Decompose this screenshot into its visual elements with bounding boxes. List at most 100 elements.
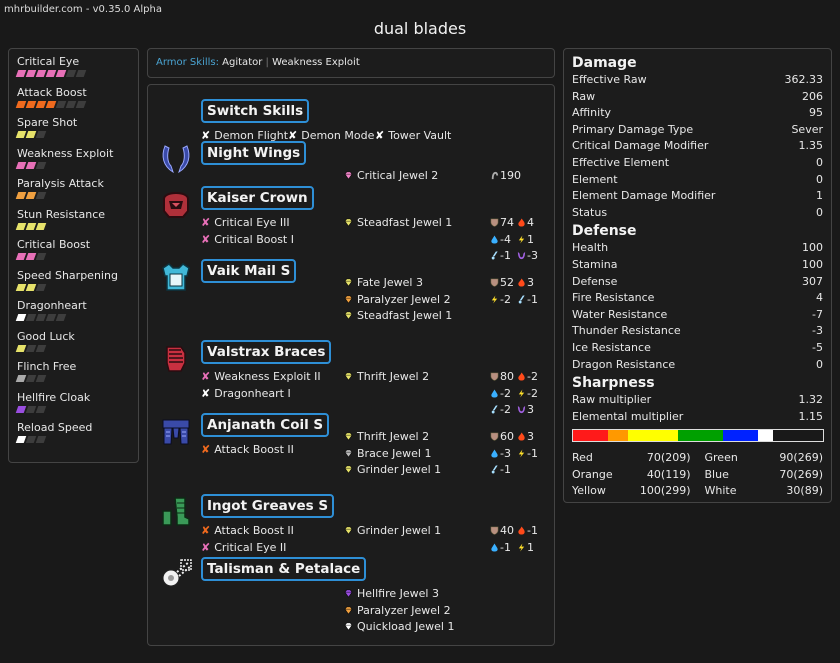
- stat-value: 4: [816, 291, 823, 305]
- ice-icon: [518, 294, 525, 303]
- equipment-skill: ✘ Tower Vault: [375, 129, 451, 142]
- defense-icon: [490, 278, 499, 287]
- skill-item[interactable]: Dragonheart: [15, 299, 130, 330]
- stat-row: Fire Resistance 4: [572, 290, 823, 307]
- sharpness-level-label: Green: [704, 451, 738, 465]
- stat-label: Effective Element: [572, 155, 670, 169]
- skill-item[interactable]: Critical Boost: [15, 238, 130, 269]
- ice-icon: [491, 405, 498, 414]
- sharpness-level-row: Orange 40(119): [572, 467, 691, 484]
- decoration-slot[interactable]: Grinder Jewel 1: [344, 524, 441, 537]
- skill-level-pip: [25, 161, 37, 169]
- skill-level-bar: [15, 436, 130, 443]
- armor-skill-agitator[interactable]: Agitator: [222, 57, 262, 68]
- armor-skill-weakness-exploit[interactable]: Weakness Exploit: [272, 57, 360, 68]
- equipment-skill-label: Critical Eye III: [214, 216, 290, 229]
- skill-item[interactable]: Flinch Free: [15, 360, 130, 391]
- decoration-label: Steadfast Jewel 1: [357, 216, 453, 229]
- decoration-slot[interactable]: Hellfire Jewel 3: [344, 587, 439, 600]
- equipment-name[interactable]: Kaiser Crown: [201, 186, 314, 210]
- skill-level-bar: [15, 192, 130, 199]
- attack-value: 190: [500, 169, 521, 182]
- skill-level-pip: [35, 405, 47, 413]
- equipment-name[interactable]: Switch Skills: [201, 99, 310, 123]
- stat-value: 95: [809, 106, 823, 120]
- skill-level-pip: [35, 100, 47, 108]
- decoration-label: Grinder Jewel 1: [357, 463, 442, 476]
- skill-item[interactable]: Spare Shot: [15, 116, 130, 147]
- decoration-slot[interactable]: Steadfast Jewel 1: [344, 216, 452, 229]
- dragon-stat: -3: [517, 249, 538, 262]
- skill-level-bar: [15, 344, 130, 352]
- defense-stat: 52: [490, 276, 514, 289]
- skill-level-bar: [15, 161, 130, 169]
- equipment-name[interactable]: Night Wings: [201, 141, 307, 165]
- arm-icon: [158, 340, 194, 376]
- skill-level-pip: [45, 100, 57, 108]
- stat-value: 100: [802, 241, 823, 255]
- skill-level-pip: [25, 405, 37, 413]
- equipment-name[interactable]: Valstrax Braces: [201, 340, 332, 364]
- decoration-label: Thrift Jewel 2: [357, 430, 430, 443]
- decoration-slot[interactable]: Brace Jewel 1: [344, 447, 431, 460]
- decoration-slot[interactable]: Quickload Jewel 1: [344, 620, 454, 633]
- equipment-name[interactable]: Ingot Greaves S: [201, 494, 335, 518]
- stat-label: Raw: [572, 89, 596, 103]
- skill-item[interactable]: Paralysis Attack: [15, 177, 130, 208]
- skill-item[interactable]: Hellfire Cloak: [15, 391, 130, 422]
- skill-level-pip: [25, 70, 37, 77]
- thunder-value: 1: [527, 540, 534, 554]
- sharpness-level-row: Yellow 100(299): [572, 483, 691, 500]
- skill-item[interactable]: Attack Boost: [15, 86, 130, 117]
- decoration-slot[interactable]: Paralyzer Jewel 2: [344, 604, 451, 617]
- stat-label: Status: [572, 205, 608, 219]
- sharpness-level-label: Blue: [704, 467, 729, 481]
- equipment-name[interactable]: Anjanath Coil S: [201, 413, 330, 437]
- decoration-slot[interactable]: Critical Jewel 2: [344, 169, 438, 182]
- stat-label: Defense: [572, 274, 618, 288]
- skill-level-pip: [55, 70, 67, 77]
- defense-icon: [490, 218, 499, 227]
- sharpness-level-row: Blue 70(269): [705, 467, 824, 484]
- skill-level-pip: [25, 253, 37, 260]
- fire-icon: [518, 372, 525, 381]
- skill-item[interactable]: Good Luck: [15, 330, 130, 361]
- stat-value: 362.33: [784, 73, 824, 86]
- dragon-icon: [517, 251, 526, 260]
- attack-stat: 190: [490, 169, 521, 182]
- thunder-icon: [518, 234, 525, 244]
- water-stat: -3: [490, 447, 511, 460]
- skill-level-pip: [35, 344, 47, 352]
- skill-item[interactable]: Speed Sharpening: [15, 269, 130, 300]
- thunder-icon: [491, 294, 498, 304]
- stat-label: Element Damage Modifier: [572, 189, 716, 203]
- thunder-stat: 1: [517, 233, 534, 246]
- water-value: -2: [500, 386, 511, 400]
- skill-item[interactable]: Reload Speed: [15, 421, 130, 452]
- equipment-skill-label: Demon Mode: [301, 129, 375, 142]
- skill-level-bar: [15, 283, 130, 291]
- stat-row: Defense 307: [572, 274, 823, 291]
- skill-item[interactable]: Weakness Exploit: [15, 147, 130, 178]
- stat-label: Elemental multiplier: [572, 409, 684, 423]
- skill-item[interactable]: Critical Eye: [15, 55, 130, 86]
- skill-item[interactable]: Stun Resistance: [15, 208, 130, 239]
- equipment-name[interactable]: Vaik Mail S: [201, 259, 297, 283]
- decoration-slot[interactable]: Thrift Jewel 2: [344, 430, 429, 443]
- decoration-label: Hellfire Jewel 3: [357, 587, 439, 600]
- skill-name: Reload Speed: [17, 421, 93, 434]
- decoration-label: Quickload Jewel 1: [357, 620, 455, 633]
- skill-level-pip: [75, 70, 87, 77]
- decoration-slot[interactable]: Paralyzer Jewel 2: [344, 293, 451, 306]
- equipment-name[interactable]: Talisman & Petalace: [201, 557, 367, 581]
- decoration-slot[interactable]: Fate Jewel 3: [344, 276, 423, 289]
- equipment-skill-label: Tower Vault: [388, 129, 452, 142]
- decoration-slot[interactable]: Steadfast Jewel 1: [344, 309, 452, 322]
- stat-row: Element Damage Modifier 1: [572, 188, 823, 205]
- decoration-slot[interactable]: Thrift Jewel 2: [344, 370, 429, 383]
- thunder-icon: [518, 448, 525, 458]
- decoration-slot[interactable]: Grinder Jewel 1: [344, 463, 441, 476]
- fire-value: 3: [527, 276, 534, 289]
- equipment-skill: ✘ Weakness Exploit II: [201, 370, 321, 383]
- stat-row: Element 0: [572, 172, 823, 189]
